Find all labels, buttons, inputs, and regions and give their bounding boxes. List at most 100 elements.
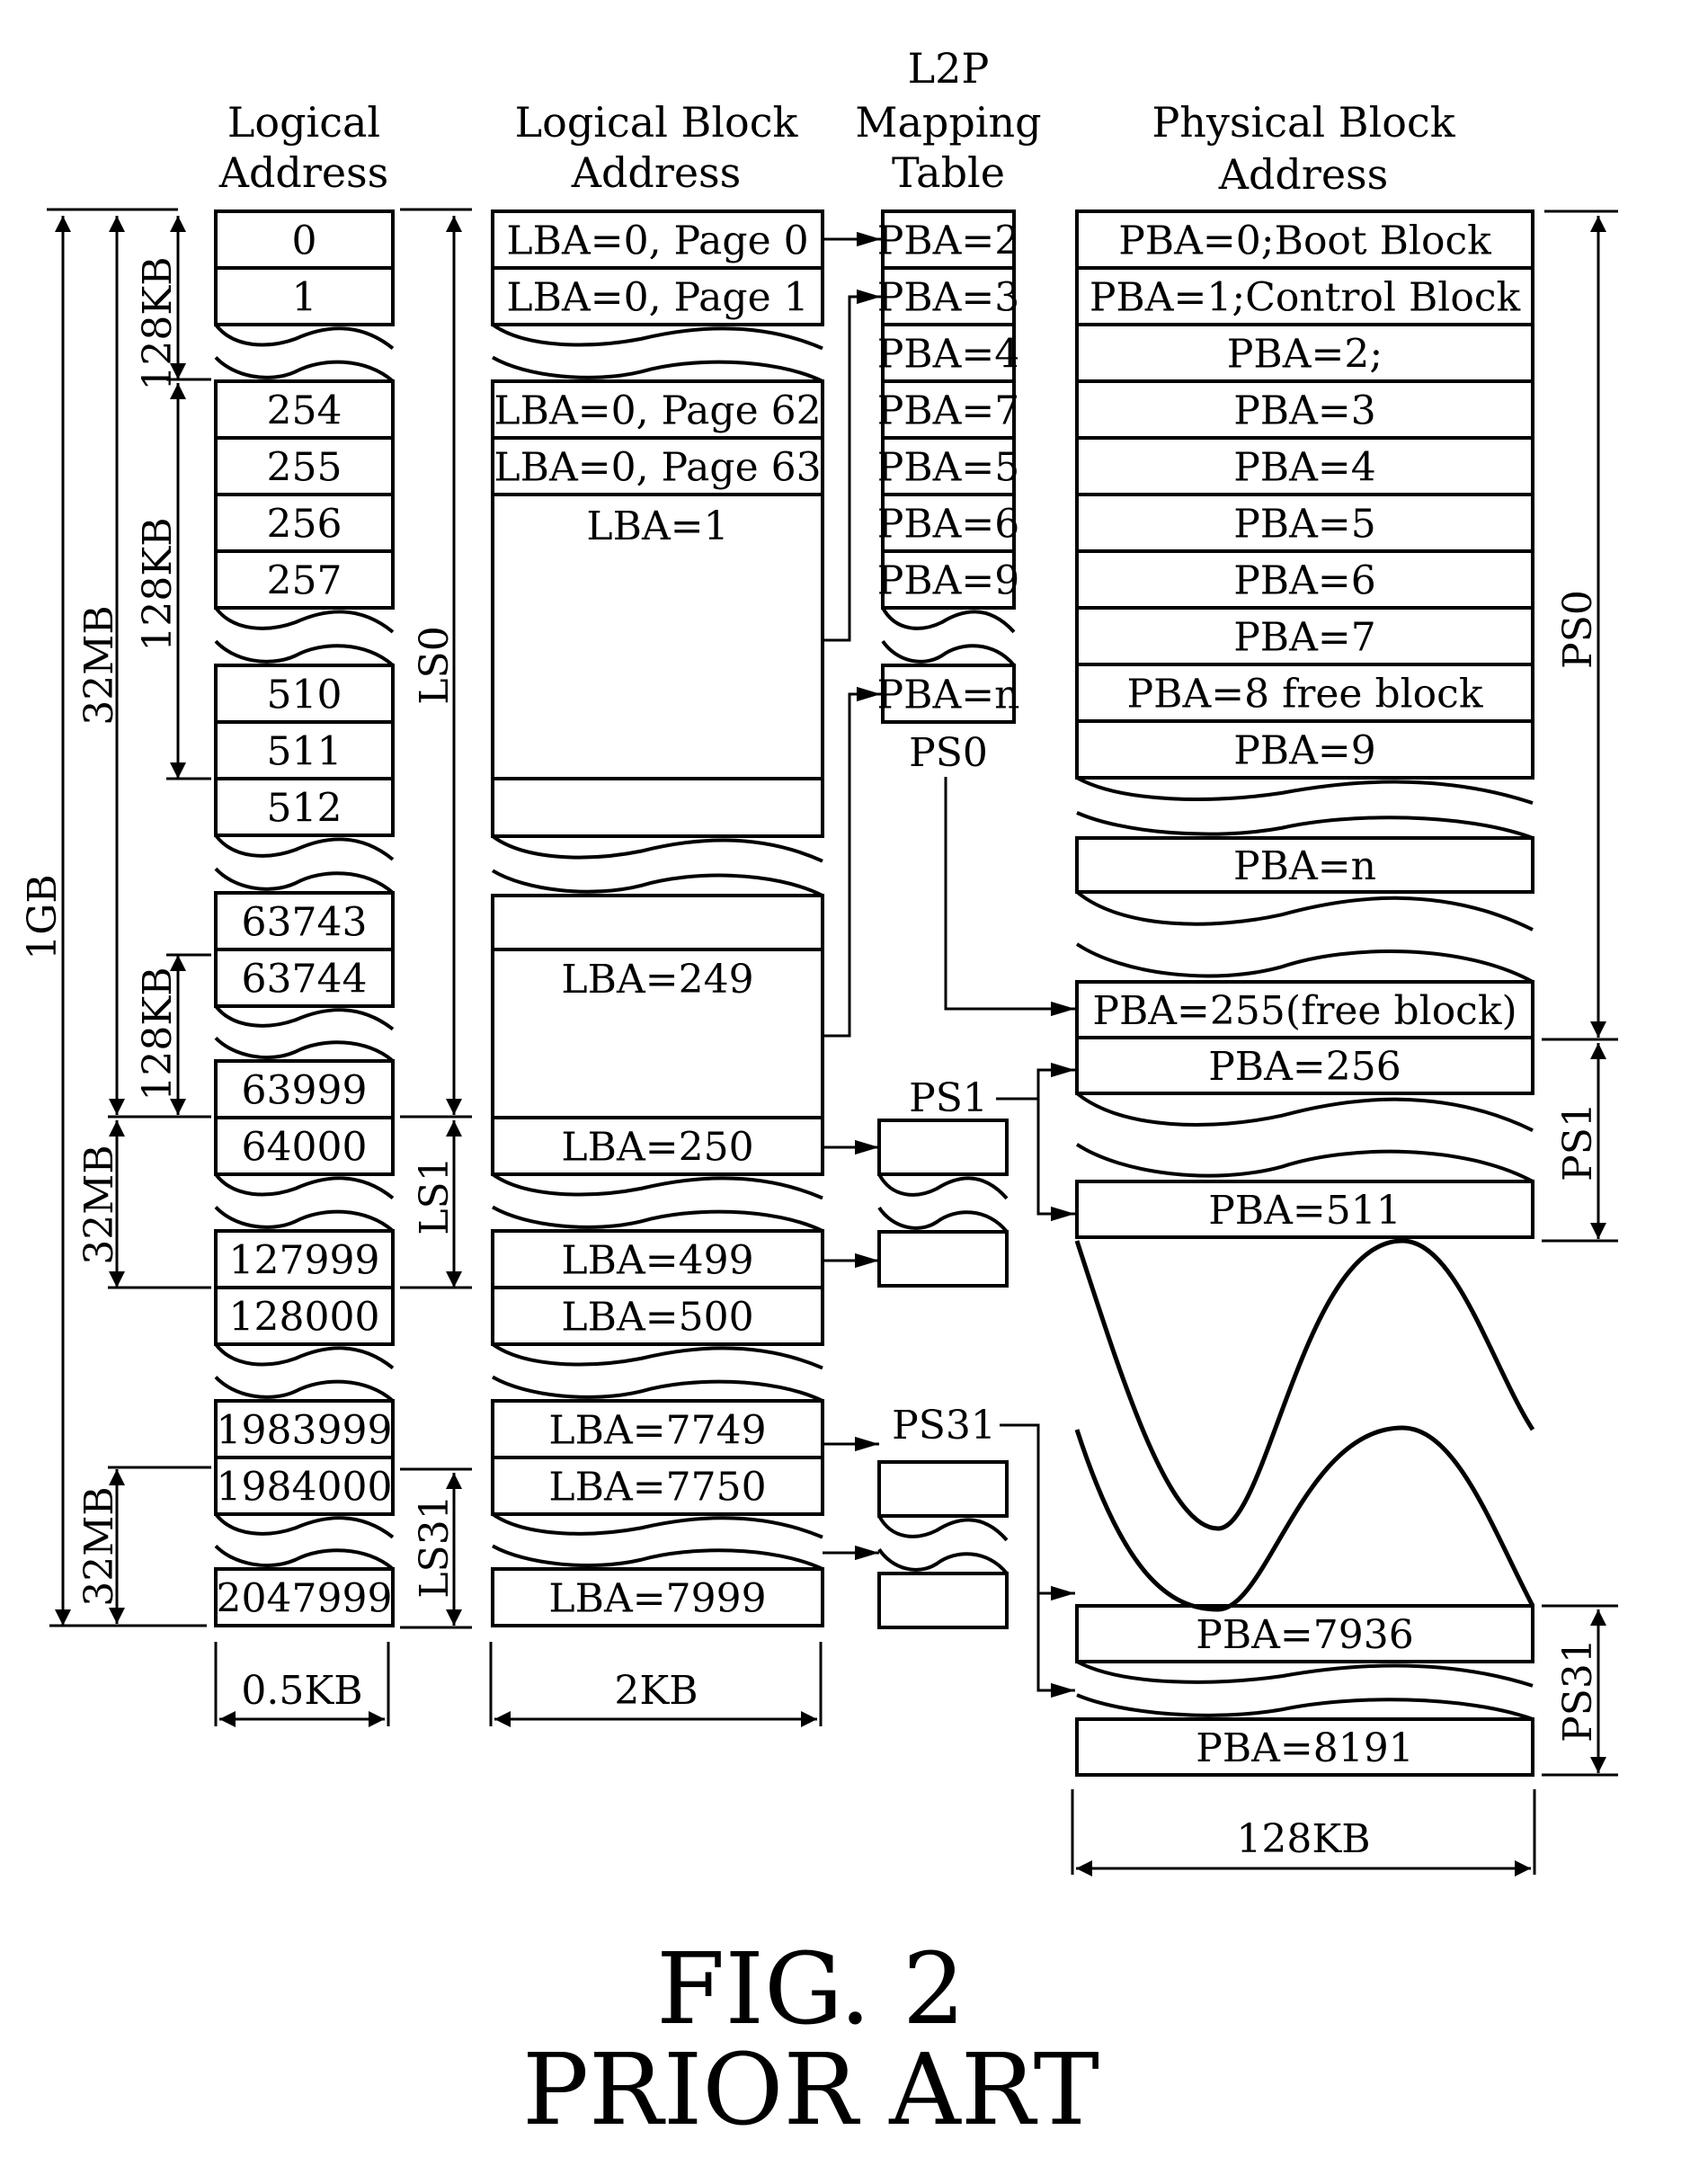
l2p-cell: PBA=6 — [877, 493, 1019, 553]
pba-cell-label: PBA=4 — [1233, 444, 1376, 490]
lba-cell: LBA=1 — [491, 493, 824, 780]
label-ps0: PS0 — [1555, 590, 1601, 669]
memory-mapping-diagram: Logical Address Logical Block Address L2… — [20, 44, 1618, 2147]
break-symbol — [877, 1514, 1009, 1575]
figure-subtitle: PRIOR ART — [522, 2032, 1099, 2147]
l2p-cell: PBA=7 — [877, 379, 1019, 440]
header-line: Address — [1218, 150, 1389, 199]
break-wave — [1076, 1660, 1534, 1688]
logical-address-cell: 1 — [214, 266, 395, 326]
header-line: Logical Block — [515, 98, 799, 147]
pba-cell-label: PBA=8 free block — [1127, 671, 1483, 717]
logical-address-cell: 128000 — [214, 1286, 395, 1346]
logical-address-cell: 64000 — [214, 1116, 395, 1176]
lba-cell: LBA=249 — [491, 894, 824, 1119]
header-line: Table — [892, 148, 1005, 197]
arrow-lba249-to-pban — [823, 686, 881, 1038]
lba-cell: LBA=0, Page 63 — [491, 436, 824, 496]
l2p-cell-label: PBA=9 — [877, 557, 1020, 603]
header-line: Mapping — [855, 98, 1041, 147]
l2p-cell-empty — [877, 1460, 1009, 1518]
pba-cell: PBA=0;Boot Block — [1075, 209, 1534, 270]
break-symbol — [214, 1172, 395, 1233]
break-symbol — [1076, 776, 1534, 840]
arrow-ps31-to-pba8191 — [1036, 1593, 1075, 1698]
ps-dimensions: PS0 PS1 PS31 — [1542, 209, 1618, 1777]
lba-cell-label: LBA=250 — [561, 1124, 753, 1170]
break-wave — [877, 1172, 1009, 1200]
lba-cell: LBA=250 — [491, 1116, 824, 1176]
break-wave — [492, 1375, 823, 1403]
break-wave — [491, 1512, 823, 1539]
logical-address-cell-label: 512 — [267, 785, 342, 831]
break-wave — [214, 356, 395, 383]
l2p-cell: PBA=5 — [877, 436, 1020, 496]
l2p-cell-label: PBA=n — [877, 672, 1020, 718]
label-ls31: LS31 — [412, 1494, 458, 1598]
break-symbol — [214, 1004, 395, 1063]
header-l2p-mapping-table: L2P Mapping Table — [855, 44, 1041, 197]
break-wave — [881, 606, 1016, 634]
logical-address-cell: 256 — [214, 493, 395, 553]
pba-cell-label: PBA=7936 — [1196, 1612, 1414, 1658]
lba-cell: LBA=0, Page 0 — [491, 209, 824, 270]
break-wave — [491, 323, 823, 351]
ls-dimensions: LS0 LS1 LS31 — [400, 208, 472, 1629]
pba-cell: PBA=n — [1075, 836, 1534, 894]
pba-cell: PBA=3 — [1075, 379, 1534, 440]
logical-address-cell-label: 257 — [267, 557, 342, 603]
break-symbol — [214, 1342, 395, 1403]
arrow-ps1-to-pba511 — [1036, 1099, 1075, 1222]
lba-cell-label: LBA=1 — [586, 504, 728, 549]
break-wave — [214, 1036, 395, 1063]
lba-cell-label: LBA=499 — [561, 1237, 753, 1283]
pba-cell: PBA=1;Control Block — [1075, 266, 1534, 326]
logical-address-cell: 63743 — [214, 891, 395, 951]
arrow-ps1-to-pba256 — [1036, 1062, 1075, 1099]
lba-cell: LBA=7750 — [491, 1456, 824, 1516]
large-break-waves — [1074, 1238, 1535, 1612]
header-line: Logical — [227, 98, 380, 147]
label-table-ps31: PS31 — [892, 1403, 996, 1449]
break-wave — [214, 867, 395, 895]
break-wave — [1075, 1143, 1534, 1183]
l2p-cell-label: PBA=5 — [877, 444, 1020, 490]
break-wave — [491, 1172, 823, 1200]
lba-cell-label: LBA=0, Page 63 — [494, 444, 821, 490]
pba-cell-label: PBA=9 — [1233, 727, 1376, 773]
label-32mb: 32MB — [76, 605, 122, 725]
pba-cell-label: PBA=1;Control Block — [1090, 274, 1521, 320]
label-ls1: LS1 — [412, 1156, 458, 1235]
pba-cell-label: PBA=6 — [1233, 557, 1376, 603]
pba-cell-label: PBA=7 — [1233, 614, 1376, 660]
label-128kb: 128KB — [135, 967, 181, 1101]
logical-address-cell: 63999 — [214, 1059, 395, 1119]
break-symbol — [214, 606, 395, 667]
logical-address-cell-label: 64000 — [242, 1124, 368, 1170]
logical-address-cell: 63744 — [214, 948, 395, 1008]
break-wave — [214, 1206, 395, 1233]
label-128kb: 128KB — [135, 256, 181, 390]
l2p-cell-empty-box — [877, 1572, 1009, 1629]
logical-address-cell: 127999 — [214, 1229, 395, 1289]
label-ls0: LS0 — [412, 626, 458, 704]
logical-address-cell-label: 2047999 — [217, 1575, 393, 1621]
logical-address-cell: 1984000 — [214, 1456, 395, 1516]
pba-cell: PBA=2; — [1075, 323, 1534, 383]
break-symbol — [491, 1172, 823, 1233]
pba-cell: PBA=5 — [1075, 493, 1534, 553]
break-symbol — [1075, 890, 1534, 984]
break-symbol — [1075, 1092, 1534, 1183]
arrow-lba1-to-pba3 — [823, 289, 881, 642]
l2p-cell-label: PBA=3 — [877, 274, 1020, 320]
break-symbol — [877, 1172, 1009, 1234]
lba-cell: LBA=7999 — [491, 1567, 824, 1627]
label-block-width: 128KB — [1236, 1816, 1370, 1862]
lba-cell: LBA=499 — [491, 1229, 824, 1289]
header-line: Address — [571, 148, 742, 197]
break-wave — [1075, 890, 1534, 932]
pba-cell-label: PBA=2; — [1227, 331, 1383, 377]
arrow-ps31-to-pba7936 — [1000, 1423, 1075, 1601]
l2p-cell-empty — [877, 1119, 1009, 1176]
l2p-cell-empty — [877, 1230, 1009, 1288]
